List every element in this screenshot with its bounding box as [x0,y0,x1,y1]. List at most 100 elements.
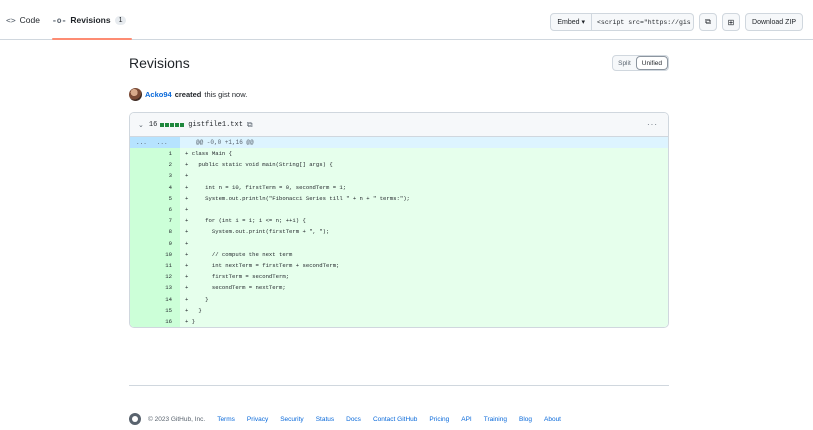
file-diff: ⌄ 16 gistfile1.txt ⧉ ··· ... ... @@ -0,0… [129,112,669,328]
line-number[interactable]: 16 [130,315,180,327]
line-number[interactable]: 9 [130,237,180,249]
line-code: + int nextTerm = firstTerm + secondTerm; [185,261,340,269]
copy-icon[interactable]: ⧉ [247,120,253,130]
embed-dropdown-button[interactable]: Embed ▾ [550,13,593,31]
diff-line: 10 + // compute the next term [130,248,668,260]
code-icon: <> [6,15,16,25]
author-link[interactable]: Acko94 [145,90,172,99]
kebab-menu-icon[interactable]: ··· [647,120,658,129]
revision-suffix: this gist now. [204,89,248,99]
footer-link-about[interactable]: About [544,416,561,423]
line-code: + for (int i = 1; i <= n; ++i) { [185,217,306,225]
footer-link-blog[interactable]: Blog [519,416,532,423]
file-header: ⌄ 16 gistfile1.txt ⧉ ··· [130,113,668,137]
tab-code[interactable]: <> Code [0,0,46,40]
line-code: + } [185,295,209,303]
github-logo-icon[interactable] [129,413,141,425]
diff-line: 5 + System.out.println("Fibonacci Series … [130,192,668,204]
diff-line: 3 + [130,170,668,182]
footer-link-pricing[interactable]: Pricing [429,416,449,423]
revision-summary: Acko94 created this gist now. [129,86,669,102]
diffstat-bar [160,122,185,127]
line-code: + secondTerm = nextTerm; [185,284,286,292]
diff-line: 11 + int nextTerm = firstTerm + secondTer… [130,259,668,272]
embed-url-input[interactable]: <script src="https://gis [592,13,695,31]
diff-line: 8 + System.out.print(firstTerm + ", "); [130,226,668,238]
diff-line: 16 + } [130,315,668,327]
chevron-down-icon[interactable]: ⌄ [138,121,144,129]
copy-embed-button[interactable]: ⧉ [699,13,718,31]
line-code: + public static void main(String[] args)… [185,161,333,169]
footer-link-contact[interactable]: Contact GitHub [373,416,417,423]
hunk-left-marker: ... [136,139,147,146]
diff-line: 2 + public static void main(String[] args… [130,159,668,171]
line-number[interactable]: 14 [130,293,180,305]
page-title: Revisions [129,55,190,71]
line-number[interactable]: 8 [130,226,180,238]
diff-view-toggle: Split Unified [612,55,669,71]
line-code: + } [185,317,196,325]
line-number[interactable]: 1 [130,148,180,160]
line-number[interactable]: 15 [130,304,180,316]
line-number[interactable]: 10 [130,248,180,260]
line-number[interactable]: 6 [130,203,180,216]
tab-revisions-label: Revisions [70,15,111,25]
line-code: + [185,239,189,247]
footer-link-training[interactable]: Training [484,416,507,423]
line-number[interactable]: 4 [130,181,180,193]
footer-link-security[interactable]: Security [280,416,303,423]
diff-line: 13 + secondTerm = nextTerm; [130,282,668,294]
revisions-count-badge: 1 [114,15,127,25]
line-number[interactable]: 13 [130,282,180,294]
line-code: + class Main { [185,150,232,158]
diff-line: 14 + } [130,293,668,305]
embed-group: Embed ▾ <script src="https://gis [550,13,695,31]
gist-actions: Embed ▾ <script src="https://gis ⧉ ⊞ Dow… [550,13,803,31]
diff-line: 1 + class Main { [130,148,668,160]
line-code: + int n = 10, firstTerm = 0, secondTerm … [185,183,347,191]
line-number[interactable]: 3 [130,170,180,182]
line-code: + [185,206,189,214]
footer-link-docs[interactable]: Docs [346,416,361,423]
footer-link-api[interactable]: API [461,416,471,423]
line-number[interactable]: 2 [130,159,180,171]
tab-revisions[interactable]: -o- Revisions 1 [46,0,133,40]
diff-line: 12 + firstTerm = secondTerm; [130,271,668,283]
diffstat-count: 16 [148,120,158,129]
footer-divider [129,385,669,386]
copyright: © 2023 GitHub, Inc. [148,415,206,423]
line-code: + [185,172,189,180]
hunk-expand[interactable]: ... ... [130,137,180,148]
footer-link-privacy[interactable]: Privacy [247,416,268,423]
line-code: + System.out.println("Fibonacci Series t… [185,194,410,202]
line-number[interactable]: 5 [130,192,180,204]
revisions-header: Revisions Split Unified [129,48,669,78]
tab-code-label: Code [19,15,40,25]
line-code: + // compute the next term [185,250,293,258]
hunk-range: @@ -0,0 +1,16 @@ [196,139,254,146]
top-tab-bar: <> Code -o- Revisions 1 Embed ▾ <script … [0,0,813,40]
diff-line: 4 + int n = 10, firstTerm = 0, secondTerm… [130,181,668,193]
download-zip-button[interactable]: Download ZIP [745,13,803,31]
footer-link-terms[interactable]: Terms [217,416,235,423]
line-number[interactable]: 7 [130,215,180,227]
hunk-right-marker: ... [156,139,168,146]
line-code: + } [185,306,202,314]
copy-icon: ⧉ [705,17,711,26]
footer-link-status[interactable]: Status [316,416,334,423]
unified-view-button[interactable]: Unified [635,56,668,70]
tab-list: <> Code -o- Revisions 1 [0,0,133,40]
line-code: + firstTerm = secondTerm; [185,273,290,281]
avatar[interactable] [129,87,142,101]
diff-line: 7 + for (int i = 1; i <= n; ++i) { [130,215,668,227]
diff-lines: 1 + class Main { 2 + public static void ma… [130,148,668,327]
main-content: Revisions Split Unified Acko94 created t… [129,48,669,328]
revision-verb: created [174,89,202,99]
split-view-button[interactable]: Split [613,56,636,70]
diff-line: 15 + } [130,304,668,316]
line-code: + System.out.print(firstTerm + ", "); [185,228,330,236]
line-number[interactable]: 12 [130,271,180,283]
line-number[interactable]: 11 [130,259,180,272]
hunk-header: ... ... @@ -0,0 +1,16 @@ [130,137,668,148]
open-desktop-button[interactable]: ⊞ [722,13,741,31]
